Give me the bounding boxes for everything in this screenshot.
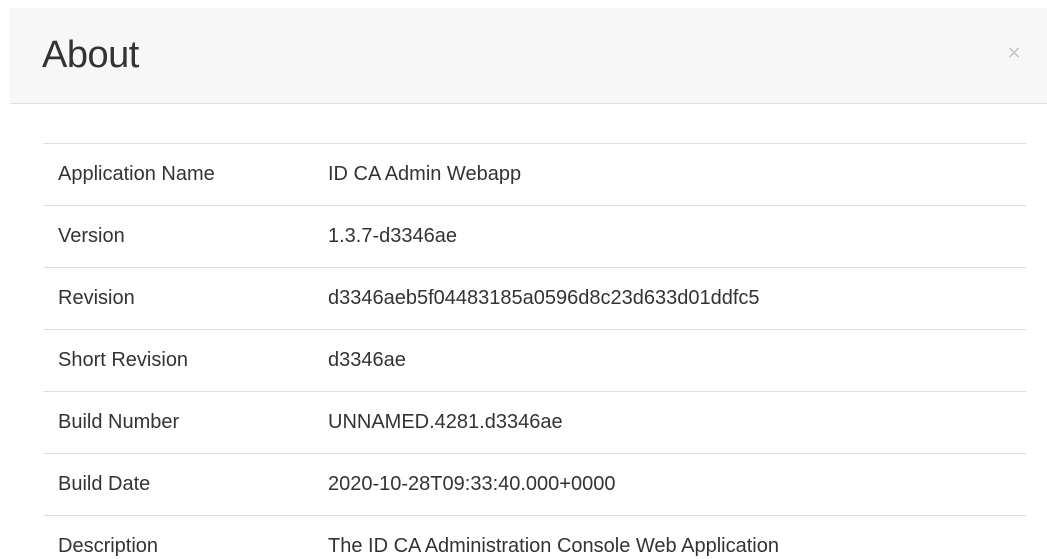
table-row-application-name: Application Name ID CA Admin Webapp xyxy=(44,143,1026,206)
row-value: The ID CA Administration Console Web App… xyxy=(328,515,1026,559)
row-label: Build Number xyxy=(44,391,328,454)
table-row-revision: Revision d3346aeb5f04483185a0596d8c23d63… xyxy=(44,267,1026,330)
table-row-build-number: Build Number UNNAMED.4281.d3346ae xyxy=(44,391,1026,454)
table-row-description: Description The ID CA Administration Con… xyxy=(44,515,1026,559)
row-value: UNNAMED.4281.d3346ae xyxy=(328,391,1026,454)
row-label: Version xyxy=(44,205,328,268)
dialog-header: About × xyxy=(10,8,1047,104)
row-value: d3346aeb5f04483185a0596d8c23d633d01ddfc5 xyxy=(328,267,1026,330)
row-value: d3346ae xyxy=(328,329,1026,392)
dialog-body: Application Name ID CA Admin Webapp Vers… xyxy=(44,143,1026,559)
row-label: Build Date xyxy=(44,453,328,516)
row-value: 1.3.7-d3346ae xyxy=(328,205,1026,268)
about-info-table: Application Name ID CA Admin Webapp Vers… xyxy=(44,143,1026,559)
dialog-title: About xyxy=(42,34,139,76)
row-label: Description xyxy=(44,515,328,559)
row-label: Short Revision xyxy=(44,329,328,392)
table-row-build-date: Build Date 2020-10-28T09:33:40.000+0000 xyxy=(44,453,1026,516)
row-label: Revision xyxy=(44,267,328,330)
row-label: Application Name xyxy=(44,143,328,206)
row-value: 2020-10-28T09:33:40.000+0000 xyxy=(328,453,1026,516)
row-value: ID CA Admin Webapp xyxy=(328,143,1026,206)
close-icon[interactable]: × xyxy=(1003,42,1025,64)
table-row-version: Version 1.3.7-d3346ae xyxy=(44,205,1026,268)
table-row-short-revision: Short Revision d3346ae xyxy=(44,329,1026,392)
about-dialog: About × Application Name ID CA Admin Web… xyxy=(0,0,1047,559)
